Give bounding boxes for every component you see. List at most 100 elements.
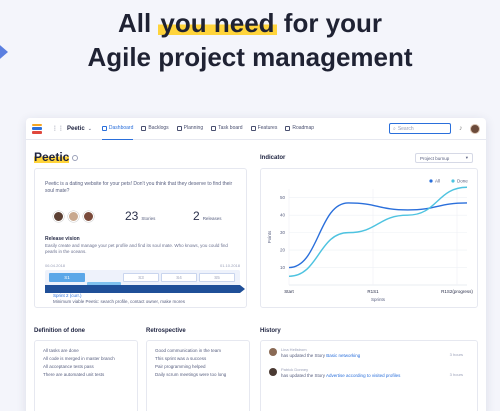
series-line-done (288, 186, 468, 277)
current-sprint-description: Minimum viable Peetic: search profile, c… (53, 299, 186, 304)
x-axis-label: Sprints (371, 297, 386, 302)
project-overview-card: Peetic is a dating website for your pets… (34, 168, 247, 308)
list-item: Pair programming helped (155, 364, 206, 369)
tab-backlogs[interactable]: Backlogs (141, 118, 169, 140)
list-item: All code is merged in master branch (43, 356, 115, 361)
definition-of-done-card: All tasks are done All code is merged in… (34, 340, 138, 411)
project-title-text: Peetic (34, 150, 70, 164)
tab-label: Planning (183, 125, 204, 131)
releases-count: 2 (193, 209, 200, 223)
sprint-block-s3[interactable]: S3 (123, 273, 159, 282)
sprint-block-s4[interactable]: S4 (161, 273, 197, 282)
hero-line2: Agile project management (87, 42, 413, 72)
hero-text-post: for your (276, 8, 383, 38)
list-item: Good communication in the team (155, 348, 222, 353)
top-nav: ⋮⋮ Peetic ⌄ Dashboard Backlogs Planning … (26, 118, 486, 140)
release-dates: 06.04.2018 01.10.2018 (45, 263, 240, 268)
avatar[interactable] (53, 211, 64, 222)
history-action: has updated the Story (281, 372, 326, 378)
project-name: Peetic (67, 125, 85, 132)
legend-marker (451, 179, 455, 183)
app-window: ⋮⋮ Peetic ⌄ Dashboard Backlogs Planning … (26, 118, 486, 411)
sprint-label: S5 (214, 275, 220, 280)
search-placeholder: Search (397, 125, 414, 132)
x-tick-label: R1S1 (367, 289, 379, 294)
stories-stat: 23 Stories (125, 209, 155, 223)
team-avatars (53, 211, 94, 222)
history-action: has updated the Story (281, 352, 326, 358)
release-band (45, 285, 245, 293)
release-vision-label: Release vision (45, 236, 80, 242)
retrospective-card: Good communication in the team This spri… (146, 340, 250, 411)
y-tick-label: 40 (280, 213, 286, 218)
hero-heading: All you need for your Agile project mana… (0, 6, 500, 74)
indicator-title: Indicator (260, 155, 286, 161)
current-sprint-label[interactable]: Sprint 2 (curr.) (53, 293, 82, 298)
indicator-chart-card: 10 20 30 40 50 Start R1S1 R1S2(progress) Sprints… (260, 168, 478, 308)
dashboard-icon (101, 125, 107, 131)
avatar[interactable] (83, 211, 94, 222)
avatar[interactable] (68, 211, 79, 222)
chevron-down-icon: ▾ (465, 155, 468, 160)
history-time: 3 hours (449, 352, 463, 357)
y-tick-label: 50 (280, 195, 286, 200)
tab-label: Dashboard (108, 125, 134, 131)
releases-label: Releases (202, 216, 222, 221)
features-icon (250, 125, 256, 131)
stories-label: Stories (141, 216, 156, 221)
start-date: 06.04.2018 (45, 263, 66, 268)
indicator-select-value: Project burnup (420, 155, 450, 161)
history-story-link[interactable]: Basic networking (326, 353, 360, 358)
hero-text-pre: All (117, 8, 159, 38)
app-logo-icon[interactable] (32, 123, 42, 134)
planning-icon (176, 125, 182, 131)
search-input[interactable]: ⌕ Search (389, 123, 451, 134)
x-tick-label: Start (284, 289, 294, 294)
indicator-select[interactable]: Project burnup ▾ (415, 153, 473, 163)
list-item: This sprint was a success (155, 356, 207, 361)
settings-icon[interactable] (72, 154, 79, 161)
definition-of-done-list: All tasks are done All code is merged in… (35, 341, 137, 385)
avatar (269, 348, 277, 356)
search-icon: ⌕ (393, 125, 396, 132)
project-description: Peetic is a dating website for your pets… (45, 181, 233, 194)
tab-dashboard[interactable]: Dashboard (101, 118, 134, 140)
tab-label: Backlogs (148, 125, 169, 131)
sprint-block-s5[interactable]: S5 (199, 273, 235, 282)
notification-icon[interactable]: ♪ (459, 125, 466, 132)
tab-planning[interactable]: Planning (176, 118, 204, 140)
history-card: Lina Hellstrom has updated the Story Basi… (260, 340, 478, 411)
legend-label: Done (457, 179, 468, 184)
roadmap-icon (285, 125, 291, 131)
history-story-link[interactable]: Advertise according to visited profiles (326, 373, 400, 378)
history-entry[interactable]: Lina Hellstrom has updated the Story Basi… (269, 347, 467, 361)
sprint-label: S4 (176, 275, 182, 280)
list-item: There are automated unit tests (43, 372, 105, 377)
tab-features[interactable]: Features (250, 118, 278, 140)
project-title: Peetic (34, 150, 79, 164)
legend-label: All (435, 179, 440, 184)
release-vision-text: Easily create and manage your pet profil… (45, 243, 228, 254)
retrospective-list: Good communication in the team This spri… (147, 341, 249, 385)
tab-label: Task board (218, 125, 243, 131)
list-item: All tasks are done (43, 348, 79, 353)
tab-label: Features (257, 125, 278, 131)
project-switcher[interactable]: Peetic ⌄ (67, 126, 92, 132)
tab-roadmap[interactable]: Roadmap (285, 118, 314, 140)
list-item: All acceptance tests pass (43, 364, 94, 369)
y-axis-label: Points (267, 230, 272, 243)
burnup-chart: 10 20 30 40 50 Start R1S1 R1S2(progress) Sprints… (267, 179, 473, 303)
task-board-icon (211, 125, 217, 131)
list-item: Daily scrum meetings were too long (155, 372, 227, 377)
end-date: 01.10.2018 (219, 263, 240, 268)
definition-of-done-title: Definition of done (34, 328, 85, 334)
grid-icon[interactable]: ⋮⋮ (52, 125, 64, 132)
user-avatar[interactable] (470, 123, 480, 134)
y-tick-label: 10 (280, 265, 286, 270)
sprint-block-s1[interactable]: S1 (49, 273, 85, 282)
history-entry[interactable]: Patrick Donney has updated the Story Adve… (269, 367, 467, 381)
releases-stat: 2 Releases (193, 209, 221, 223)
y-tick-label: 30 (280, 230, 286, 235)
tab-task-board[interactable]: Task board (211, 118, 243, 140)
x-tick-label: R1S2(progress) (441, 289, 473, 294)
